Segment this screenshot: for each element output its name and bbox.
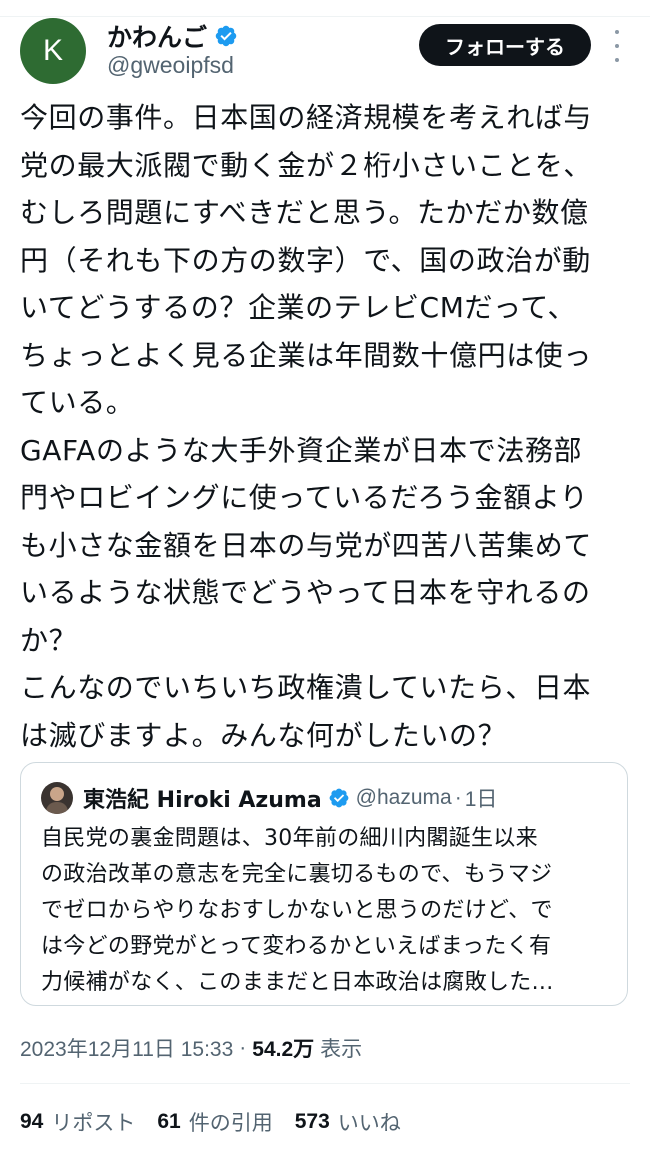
tweet-line: 今回の事件。日本国の経済規模を考えれば与: [20, 101, 593, 134]
tweet-line: 党の最大派閥で動く金が２桁小さいことを、: [20, 148, 593, 182]
separator-dot: ·: [239, 1036, 247, 1059]
tweet-timestamp[interactable]: 2023年12月11日 15:33: [20, 1033, 233, 1063]
stats-divider: [20, 1083, 630, 1084]
reposts-count: 94: [20, 1110, 44, 1133]
avatar-letter: K: [42, 34, 63, 67]
quoted-tweet-line: でゼロからやりなおすしかないと思うのだけど、で: [41, 898, 553, 923]
quoted-tweet-text: 自民党の裏金問題は、30年前の細川内閣誕生以来 の政治改革の意志を完全に裏切るも…: [41, 821, 616, 1001]
reposts-label: リポスト: [51, 1111, 136, 1135]
likes-label: いいね: [337, 1111, 401, 1135]
tweet-line: GAFAのような大手外資企業が日本で法務部: [20, 433, 583, 467]
verified-badge-icon: [329, 788, 349, 808]
tweet-line: は滅びますよ。みんな何がしたいの？: [20, 718, 507, 752]
separator-dot: ·: [454, 786, 462, 809]
view-count-label: 表示: [320, 1037, 363, 1061]
follow-button[interactable]: フォローする: [419, 24, 591, 66]
quoted-tweet-card[interactable]: 東浩紀 Hiroki Azuma @hazuma · 1日 自民党の裏金問題は、…: [20, 762, 628, 1006]
quoted-tweet-line: は今どの野党がとって変わるかといえばまったく有: [41, 934, 552, 959]
reposts-stat[interactable]: 94 リポスト: [20, 1107, 135, 1137]
author-display-name[interactable]: かわんご: [107, 18, 207, 54]
quoted-tweet-line: の政治改革の意志を完全に裏切るもので、もうマジ: [41, 862, 553, 887]
author-name-row: かわんご: [107, 20, 238, 52]
quotes-stat[interactable]: 61 件の引用: [157, 1107, 272, 1137]
tweet-line: いるような状態でどうやって日本を守れるの: [20, 576, 591, 609]
top-divider: [0, 0, 650, 17]
tweet-line: むしろ問題にすべきだと思う。たかだか数億: [20, 196, 589, 229]
quoted-author-handle: @hazuma: [355, 786, 452, 809]
quoted-tweet-line: 力候補がなく、このままだと日本政治は腐敗した...: [41, 970, 554, 995]
tweet-text: 今回の事件。日本国の経済規模を考えれば与 党の最大派閥で動く金が２桁小さいことを…: [20, 94, 640, 759]
quoted-tweet-time: 1日: [464, 788, 498, 811]
likes-stat[interactable]: 573 いいね: [295, 1107, 401, 1137]
quoted-author-avatar: [41, 782, 73, 814]
quoted-author-name: 東浩紀 Hiroki Azuma: [83, 788, 322, 813]
tweet-line: こんなのでいちいち政権潰していたら、日本: [20, 671, 592, 704]
author-handle[interactable]: @gweoipfsd: [107, 52, 234, 79]
tweet-line: ちょっとよく見る企業は年間数十億円は使っ: [20, 338, 593, 372]
tweet-line: 円（それも下の方の数字）で、国の政治が動: [20, 243, 591, 277]
verified-badge-icon: [215, 25, 237, 47]
likes-count: 573: [294, 1110, 330, 1133]
quotes-count: 61: [157, 1110, 181, 1133]
quotes-label: 件の引用: [188, 1111, 273, 1135]
view-count: 54.2万: [252, 1038, 315, 1061]
quoted-tweet-header: 東浩紀 Hiroki Azuma @hazuma · 1日: [41, 781, 497, 815]
tweet-line: か？: [20, 623, 78, 657]
quoted-tweet-line: 自民党の裏金問題は、30年前の細川内閣誕生以来: [41, 826, 538, 851]
tweet-meta: 2023年12月11日 15:33 · 54.2万 表示: [20, 1033, 362, 1063]
author-avatar[interactable]: K: [20, 18, 86, 84]
tweet-line: も小さな金額を日本の与党が四苦八苦集めて: [20, 528, 593, 562]
tweet-line: 門やロビイングに使っているだろう金額より: [20, 481, 589, 514]
tweet-line: ている。: [20, 386, 135, 419]
more-options-icon[interactable]: [607, 30, 627, 62]
engagement-stats: 94 リポスト 61 件の引用 573 いいね: [20, 1107, 423, 1137]
tweet-line: いてどうするの？企業のテレビCMだって、: [20, 291, 577, 324]
